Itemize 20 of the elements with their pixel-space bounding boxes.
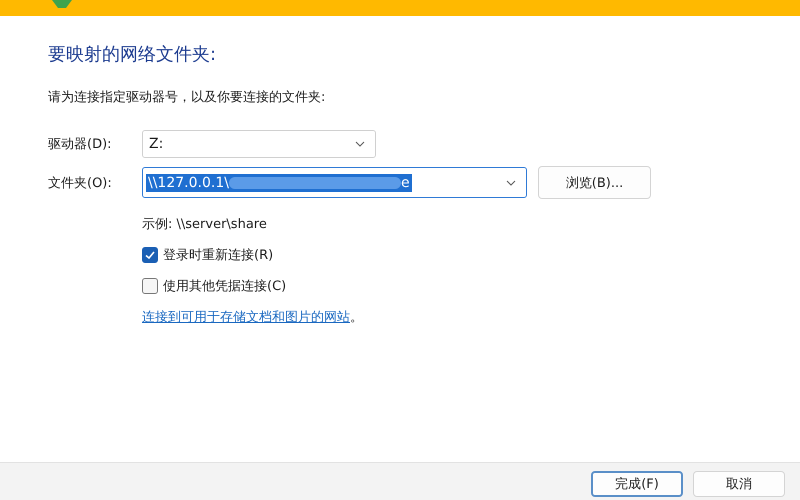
checkmark-icon — [144, 249, 156, 261]
browse-button[interactable]: 浏览(B)... — [538, 166, 651, 199]
chevron-down-icon — [506, 180, 516, 186]
folder-label: 文件夹(O): — [48, 174, 113, 192]
drive-label: 驱动器(D): — [48, 136, 113, 153]
cancel-button[interactable]: 取消 — [693, 471, 785, 497]
dialog-heading: 要映射的网络文件夹: — [48, 43, 218, 67]
example-text: 示例: \\server\share — [142, 216, 268, 233]
period-text: 。 — [350, 310, 363, 325]
chevron-down-icon — [355, 141, 365, 147]
instruction-text: 请为连接指定驱动器号，以及你要连接的文件夹: — [48, 89, 326, 107]
drive-dropdown[interactable]: Z: — [142, 130, 376, 158]
checkbox[interactable] — [142, 278, 158, 294]
finish-button[interactable]: 完成(F) — [591, 471, 683, 497]
checkbox[interactable] — [142, 247, 158, 263]
app-icon — [52, 0, 72, 8]
website-link[interactable]: 连接到可用于存储文档和图片的网站 — [142, 310, 350, 325]
folder-dropdown[interactable]: \\127.0.0.1\ e — [142, 167, 527, 198]
checkbox-label: 使用其他凭据连接(C) — [163, 278, 286, 295]
checkbox-label: 登录时重新连接(R) — [163, 247, 274, 264]
